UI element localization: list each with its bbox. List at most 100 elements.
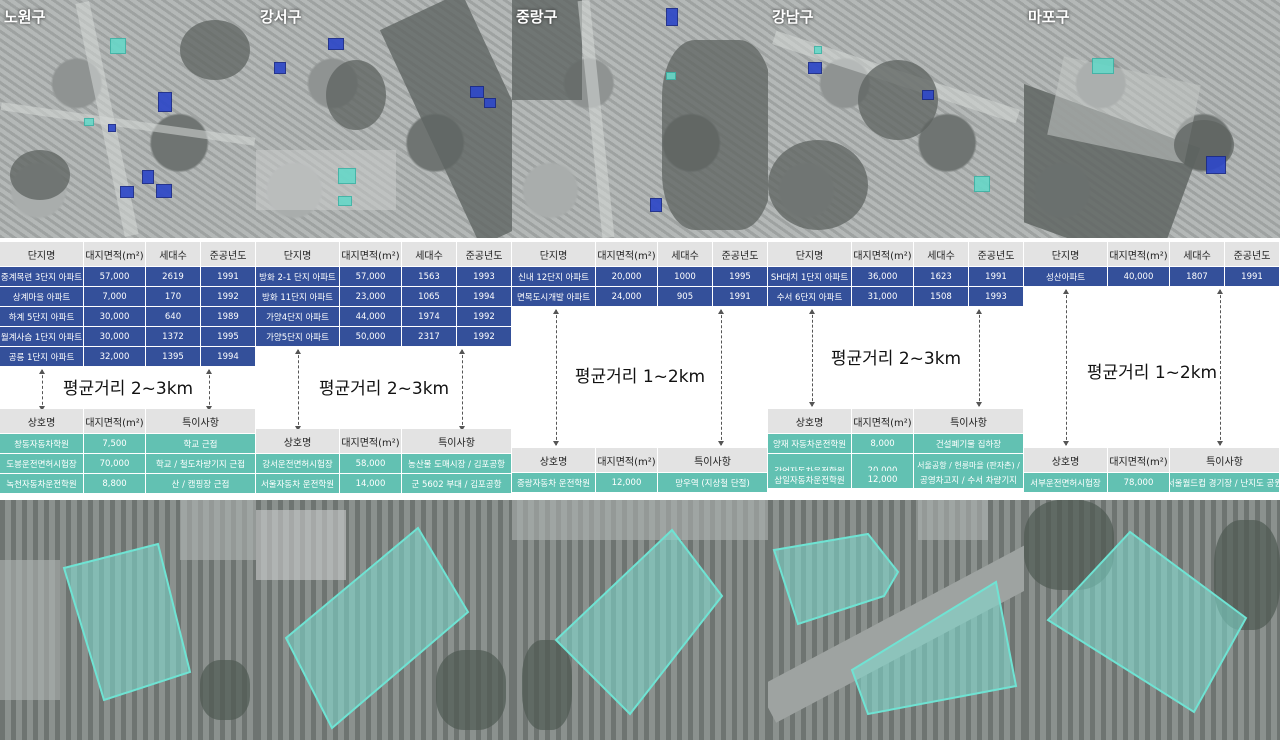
table-cell: 대지면적(m²)	[852, 409, 914, 433]
apartment-site-marker	[666, 8, 678, 26]
table-cell: 공영차고지 / 수서 차량기지	[914, 471, 1024, 488]
table-cell: 공릉 1단지 아파트	[0, 347, 84, 366]
table-cell: 준공년도	[713, 242, 768, 266]
table-cell: 상계마을 아파트	[0, 287, 84, 306]
driving-school-site-outline	[284, 526, 470, 730]
table-cell: 1995	[201, 327, 256, 346]
complex-row: 가양5단지 아파트 50,000 2317 1992	[256, 327, 512, 346]
table-cell: 1993	[457, 267, 512, 286]
table-cell: 중랑자동차 운전학원	[512, 473, 596, 492]
table-cell: 대지면적(m²)	[1108, 242, 1170, 266]
table-cell: 1395	[146, 347, 201, 366]
business-site-marker	[110, 38, 126, 54]
table-cell: 단지명	[256, 242, 340, 266]
table-cell: 서울자동차 운전학원	[256, 474, 340, 493]
table-cell: 수서 6단지 아파트	[768, 287, 852, 306]
business-table-header: 상호명 대지면적(m²) 특이사항	[512, 448, 768, 472]
table-cell: 농산물 도매시장 / 김포공항	[402, 454, 512, 473]
table-cell: 905	[658, 287, 713, 306]
table-cell: 대지면적(m²)	[340, 429, 402, 453]
apartment-site-marker	[142, 170, 154, 184]
apartment-site-marker	[1206, 156, 1226, 174]
table-cell: 7,500	[84, 434, 146, 453]
business-row: 강서운전면허시험장 58,000 농산물 도매시장 / 김포공항	[256, 454, 512, 473]
table-cell: 1989	[201, 307, 256, 326]
table-cell: 세대수	[658, 242, 713, 266]
table-cell: 중계목련 3단지 아파트	[0, 267, 84, 286]
average-distance-label: 평균거리 1~2km	[574, 367, 706, 387]
table-cell: 1508	[914, 287, 969, 306]
column-gangnam: 강남구 단지명 대지면적(m²) 세대수 준공년도 SH대치 1단지 아파트 36,00…	[768, 0, 1024, 740]
table-cell: 세대수	[146, 242, 201, 266]
business-row: 도봉운전면허시험장 70,000 학교 / 철도차량기지 근접	[0, 454, 256, 473]
table-cell: 1991	[201, 267, 256, 286]
aerial-photo	[0, 500, 256, 740]
complex-row: 면목도시개발 아파트 24,000 905 1991	[512, 287, 768, 306]
table-cell: 1995	[713, 267, 768, 286]
apartment-site-marker	[808, 62, 822, 74]
apartment-site-marker	[650, 198, 662, 212]
complex-row: 신내 12단지 아파트 20,000 1000 1995	[512, 267, 768, 286]
business-site-marker	[974, 176, 990, 192]
table-cell: 특이사항	[1170, 448, 1280, 472]
driving-school-site-outline	[62, 542, 192, 702]
table-cell: SH대치 1단지 아파트	[768, 267, 852, 286]
table-cell: 31,000	[852, 287, 914, 306]
table-cell: 1994	[201, 347, 256, 366]
table-cell: 특이사항	[402, 429, 512, 453]
table-cell: 50,000	[340, 327, 402, 346]
driving-school-site-outline	[554, 528, 724, 716]
table-cell: 양재 자동차운전학원	[768, 434, 852, 453]
complex-row: 공릉 1단지 아파트 32,000 1395 1994	[0, 347, 256, 366]
apartment-site-marker	[328, 38, 344, 50]
business-row: 서울자동차 운전학원 14,000 군 5602 부대 / 김포공항	[256, 474, 512, 493]
complex-table-header: 단지명 대지면적(m²) 세대수 준공년도	[0, 242, 256, 266]
table-cell: 1993	[969, 287, 1024, 306]
table-cell: 대지면적(m²)	[84, 409, 146, 433]
complex-table-header: 단지명 대지면적(m²) 세대수 준공년도	[1024, 242, 1280, 266]
business-site-marker	[814, 46, 822, 54]
table-cell: 23,000	[340, 287, 402, 306]
table-cell: 군 5602 부대 / 김포공항	[402, 474, 512, 493]
table-cell: 8,000	[852, 434, 914, 453]
table-cell: 1991	[1225, 267, 1280, 286]
table-cell: 단지명	[0, 242, 84, 266]
complex-row: 방화 2-1 단지 아파트 57,000 1563 1993	[256, 267, 512, 286]
table-cell: 단지명	[768, 242, 852, 266]
table-cell: 8,800	[84, 474, 146, 493]
table-cell: 40,000	[1108, 267, 1170, 286]
aerial-photo	[512, 500, 768, 740]
table-cell: 특이사항	[146, 409, 256, 433]
table-cell: 가양5단지 아파트	[256, 327, 340, 346]
column-mapo: 마포구 단지명 대지면적(m²) 세대수 준공년도 성산아파트 40,000 1807 19…	[1024, 0, 1280, 740]
table-cell: 대지면적(m²)	[596, 242, 658, 266]
complex-table-header: 단지명 대지면적(m²) 세대수 준공년도	[768, 242, 1024, 266]
table-cell: 2317	[402, 327, 457, 346]
table-cell: 57,000	[340, 267, 402, 286]
table-cell: 1992	[201, 287, 256, 306]
apartment-site-marker	[274, 62, 286, 74]
table-cell: 학교 / 철도차량기지 근접	[146, 454, 256, 473]
table-cell: 단지명	[512, 242, 596, 266]
table-cell: 1807	[1170, 267, 1225, 286]
table-cell: 1991	[713, 287, 768, 306]
table-cell: 44,000	[340, 307, 402, 326]
aerial-photo	[256, 500, 512, 740]
table-cell: 7,000	[84, 287, 146, 306]
table-cell: 특이사항	[914, 409, 1024, 433]
table-cell: 1994	[457, 287, 512, 306]
average-distance-label: 평균거리 2~3km	[318, 379, 450, 399]
table-cell: 1623	[914, 267, 969, 286]
table-cell: 세대수	[914, 242, 969, 266]
table-cell: 월계사슴 1단지 아파트	[0, 327, 84, 346]
table-cell: 도봉운전면허시험장	[0, 454, 84, 473]
business-table-header: 상호명 대지면적(m²) 특이사항	[256, 429, 512, 453]
table-cell: 대지면적(m²)	[852, 242, 914, 266]
complex-row: 상계마을 아파트 7,000 170 1992	[0, 287, 256, 306]
table-cell: 서울월드컵 경기장 / 난지도 공원	[1170, 473, 1280, 492]
table-cell: 57,000	[84, 267, 146, 286]
complex-row: 월계사슴 1단지 아파트 30,000 1372 1995	[0, 327, 256, 346]
apartment-site-marker	[484, 98, 496, 108]
table-cell: 24,000	[596, 287, 658, 306]
driving-school-site-outline	[1046, 530, 1248, 714]
